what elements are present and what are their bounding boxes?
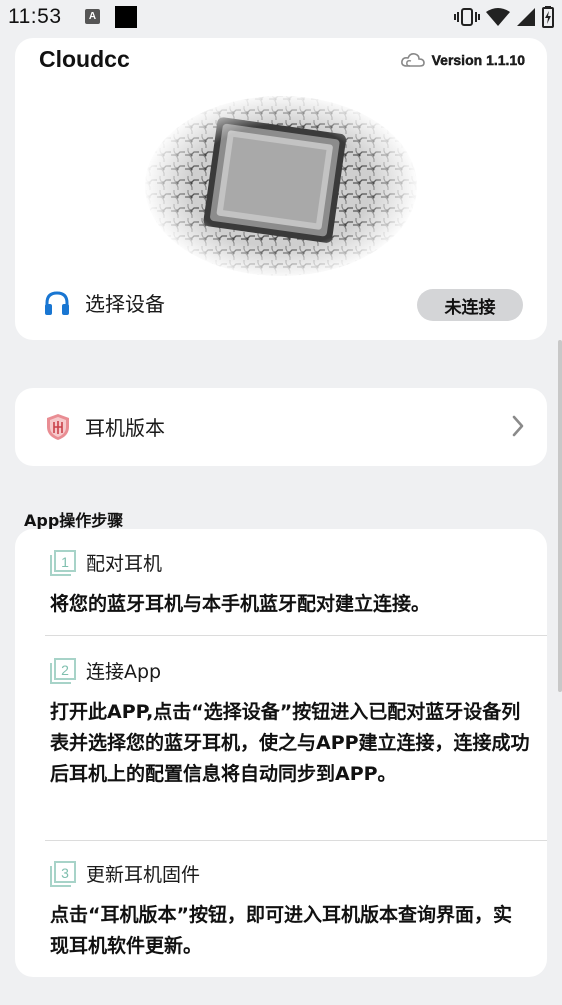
status-time: 11:53: [8, 5, 62, 28]
select-device-button[interactable]: 选择设备: [43, 288, 165, 317]
brand-title: Cloudcc: [39, 46, 130, 72]
wifi-icon: [486, 8, 510, 26]
notification-square-icon: [115, 6, 137, 28]
status-bar: 11:53 A: [0, 0, 562, 36]
step-2-header: 2 连接App: [50, 657, 161, 684]
headphones-icon: [45, 290, 69, 315]
step-3-title: 更新耳机固件: [86, 864, 201, 886]
step-2-body: 打开此APP,点击“选择设备”按钮进入已配对蓝牙设备列表并选择您的蓝牙耳机，使之…: [50, 701, 530, 785]
step-3-body: 点击“耳机版本”按钮，即可进入耳机版本查询界面，实现耳机软件更新。: [50, 904, 512, 957]
shield-badge-icon: [47, 413, 69, 440]
step-3-number-icon: 3: [50, 860, 76, 887]
vibrate-icon: [454, 8, 480, 26]
svg-text:2: 2: [61, 662, 69, 678]
divider: [45, 840, 547, 841]
scrollbar[interactable]: [558, 340, 562, 692]
chevron-right-icon: [512, 415, 524, 437]
svg-text:1: 1: [61, 554, 69, 570]
step-1-header: 1 配对耳机: [50, 549, 162, 576]
firmware-version-row: 耳机版本: [45, 412, 165, 441]
guide-section-title: App操作步骤: [24, 511, 124, 530]
guide-steps-card: 1 配对耳机 将您的蓝牙耳机与本手机蓝牙配对建立连接。 2 连接App 打开此A…: [15, 529, 547, 977]
battery-icon: [542, 6, 554, 28]
status-icons: [454, 6, 554, 28]
step-1-number-icon: 1: [50, 549, 76, 576]
firmware-version-card[interactable]: 耳机版本: [15, 388, 547, 466]
chip-illustration: [143, 92, 419, 280]
firmware-version-label: 耳机版本: [85, 416, 165, 440]
step-3-header: 3 更新耳机固件: [50, 860, 200, 887]
cloud-icon: [400, 53, 425, 67]
device-card: Cloudcc Version 1.1.10 选择设备 未连接: [15, 38, 547, 340]
version-info: Version 1.1.10: [400, 52, 525, 68]
divider: [45, 635, 547, 636]
notification-a-icon: A: [85, 9, 100, 24]
step-1-body: 将您的蓝牙耳机与本手机蓝牙配对建立连接。: [50, 593, 431, 615]
connection-status-badge[interactable]: 未连接: [417, 289, 523, 321]
version-label: Version 1.1.10: [431, 52, 525, 68]
step-2-title: 连接App: [86, 661, 162, 683]
select-device-label: 选择设备: [85, 292, 165, 316]
step-1-title: 配对耳机: [86, 553, 163, 575]
svg-text:3: 3: [61, 865, 69, 881]
step-2-number-icon: 2: [50, 657, 76, 684]
signal-icon: [517, 8, 535, 26]
